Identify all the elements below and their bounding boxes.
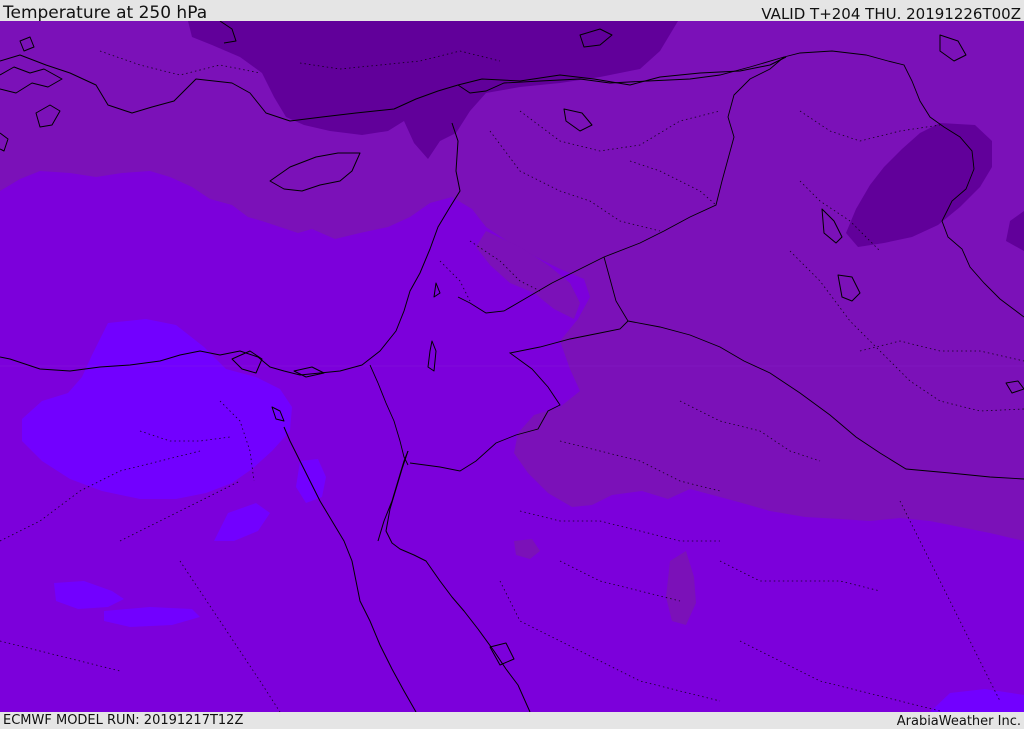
credit-label: ArabiaWeather Inc.	[896, 714, 1021, 729]
footer-bar: ECMWF MODEL RUN: 20191217T12Z ArabiaWeat…	[0, 712, 1024, 729]
temperature-map	[0, 21, 1024, 712]
map-title: Temperature at 250 hPa	[3, 3, 208, 23]
weather-map-page: Temperature at 250 hPa VALID T+204 THU. …	[0, 0, 1024, 729]
header-bar: Temperature at 250 hPa VALID T+204 THU. …	[0, 0, 1024, 23]
model-run-label: ECMWF MODEL RUN: 20191217T12Z	[3, 713, 244, 728]
map-canvas	[0, 21, 1024, 712]
